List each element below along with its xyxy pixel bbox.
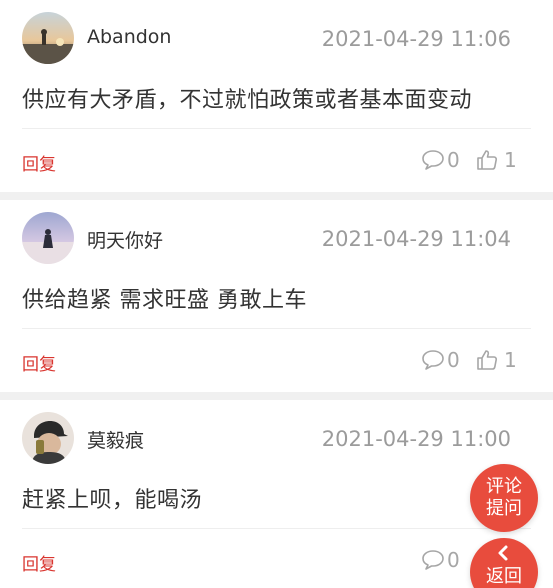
comment-ask-label-2: 提问 bbox=[486, 498, 522, 519]
thumbs-up-icon bbox=[477, 350, 498, 370]
divider bbox=[22, 128, 531, 129]
section-separator bbox=[0, 192, 553, 200]
comment-count: 0 bbox=[447, 348, 460, 372]
username[interactable]: Abandon bbox=[87, 26, 171, 48]
like-button[interactable]: 1 bbox=[476, 146, 517, 174]
comment-item: 明天你好 2021-04-29 11:04 供给趋紧 需求旺盛 勇敢上车 回复 … bbox=[0, 200, 553, 392]
comment-ask-label-1: 评论 bbox=[486, 476, 522, 497]
section-separator bbox=[0, 392, 553, 400]
comment-count-button[interactable]: 0 bbox=[421, 146, 460, 174]
comment-text: 赶紧上呗，能喝汤 bbox=[22, 488, 203, 513]
comment-count-button[interactable]: 0 bbox=[421, 346, 460, 374]
comment-item: Abandon 2021-04-29 11:06 供应有大矛盾，不过就怕政策或者… bbox=[0, 0, 553, 192]
reply-button[interactable]: 回复 bbox=[22, 350, 56, 375]
comment-ask-button[interactable]: 评论 提问 bbox=[470, 464, 538, 532]
comment-text: 供给趋紧 需求旺盛 勇敢上车 bbox=[22, 288, 307, 313]
timestamp: 2021-04-29 11:00 bbox=[321, 427, 511, 451]
avatar-person-cap-icon bbox=[22, 412, 74, 464]
avatar-beach-figure-icon bbox=[22, 212, 74, 264]
timestamp: 2021-04-29 11:06 bbox=[321, 27, 511, 51]
comment-count-button[interactable]: 0 bbox=[421, 546, 460, 574]
chevron-left-icon bbox=[498, 545, 508, 561]
divider bbox=[22, 328, 531, 329]
divider bbox=[22, 528, 531, 529]
reply-button[interactable]: 回复 bbox=[22, 550, 56, 575]
comment-feed: Abandon 2021-04-29 11:06 供应有大矛盾，不过就怕政策或者… bbox=[0, 0, 553, 588]
thumbs-up-icon bbox=[477, 150, 498, 170]
username[interactable]: 明天你好 bbox=[87, 226, 163, 253]
like-button[interactable]: 1 bbox=[476, 346, 517, 374]
timestamp: 2021-04-29 11:04 bbox=[321, 227, 511, 251]
like-count: 1 bbox=[504, 348, 517, 372]
comment-count: 0 bbox=[447, 148, 460, 172]
username[interactable]: 莫毅痕 bbox=[87, 426, 144, 453]
avatar-sunset-figure-icon bbox=[22, 12, 74, 64]
comment-count: 0 bbox=[447, 548, 460, 572]
like-count: 1 bbox=[504, 148, 517, 172]
speech-bubble-icon bbox=[422, 550, 444, 570]
comment-text: 供应有大矛盾，不过就怕政策或者基本面变动 bbox=[22, 88, 473, 113]
speech-bubble-icon bbox=[422, 150, 444, 170]
avatar[interactable] bbox=[22, 412, 74, 464]
back-label: 返回 bbox=[486, 566, 522, 587]
avatar[interactable] bbox=[22, 12, 74, 64]
speech-bubble-icon bbox=[422, 350, 444, 370]
reply-button[interactable]: 回复 bbox=[22, 150, 56, 175]
avatar[interactable] bbox=[22, 212, 74, 264]
